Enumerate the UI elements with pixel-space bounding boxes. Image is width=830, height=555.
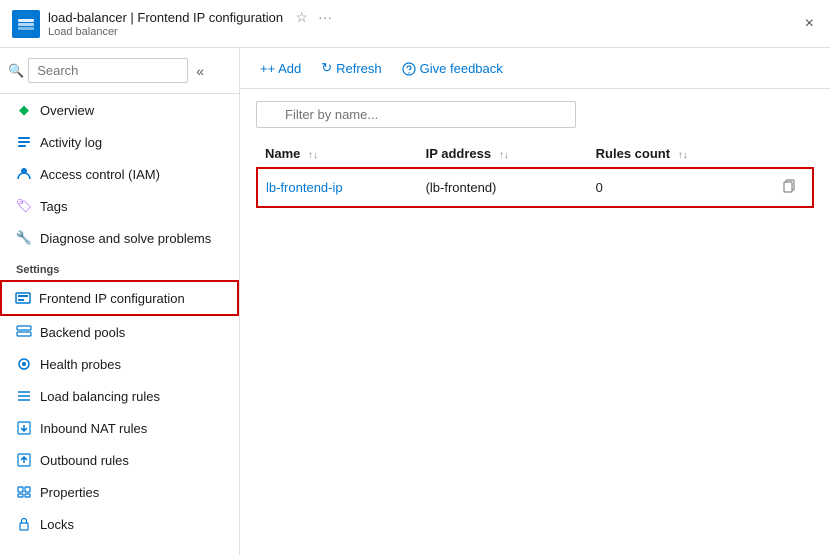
row-name-link[interactable]: lb-frontend-ip	[266, 180, 343, 195]
sidebar-item-activity-log[interactable]: Activity log	[0, 126, 239, 158]
sidebar-item-label: Tags	[40, 199, 67, 214]
sidebar-item-label: Frontend IP configuration	[39, 291, 185, 306]
sort-icon-name: ↑↓	[308, 150, 318, 161]
resource-icon	[12, 10, 40, 38]
table-row: lb-frontend-ip (lb-frontend) 0	[257, 168, 813, 207]
sidebar-item-label: Load balancing rules	[40, 389, 160, 404]
feedback-button[interactable]: Give feedback	[394, 56, 511, 80]
row-copy-cell	[773, 168, 813, 207]
title-separator: |	[127, 10, 138, 25]
sidebar-item-label: Health probes	[40, 357, 121, 372]
resource-type: Load balancer	[48, 26, 332, 38]
sidebar-item-properties[interactable]: Properties	[0, 476, 239, 508]
filter-bar: 🔍	[256, 101, 814, 128]
filter-wrapper: 🔍	[256, 101, 576, 128]
refresh-label: Refresh	[336, 61, 382, 76]
feedback-icon	[402, 60, 416, 76]
sidebar-item-label: Diagnose and solve problems	[40, 231, 211, 246]
outbound-icon	[16, 452, 32, 468]
col-rules-count[interactable]: Rules count ↑↓	[588, 140, 773, 168]
tag-icon: 🏷	[16, 198, 32, 214]
settings-section-label: Settings	[0, 254, 239, 280]
refresh-icon: ↻	[321, 60, 332, 76]
sidebar-item-diagnose[interactable]: 🔧 Diagnose and solve problems	[0, 222, 239, 254]
sidebar-item-load-balancing-rules[interactable]: Load balancing rules	[0, 380, 239, 412]
col-ip-address[interactable]: IP address ↑↓	[418, 140, 588, 168]
rules-icon	[16, 388, 32, 404]
resource-name: load-balancer	[48, 10, 127, 25]
add-label: + Add	[268, 61, 302, 76]
row-rules-count: 0	[588, 168, 773, 207]
page-name: Frontend IP configuration	[137, 10, 283, 25]
search-icon: 🔍	[8, 63, 24, 79]
data-table: Name ↑↓ IP address ↑↓ Rules count ↑↓	[256, 140, 814, 208]
filter-input[interactable]	[256, 101, 576, 128]
sidebar-item-label: Access control (IAM)	[40, 167, 160, 182]
sidebar-item-label: Locks	[40, 517, 74, 532]
lock-icon	[16, 516, 32, 532]
wrench-icon: 🔧	[16, 230, 32, 246]
sort-icon-ip: ↑↓	[499, 150, 509, 161]
frontend-icon	[15, 290, 31, 306]
title-text-block: load-balancer | Frontend IP configuratio…	[48, 9, 332, 38]
col-actions	[773, 140, 813, 168]
content-area: + + Add ↻ Refresh Give feedback 🔍	[240, 48, 830, 555]
title-bar: load-balancer | Frontend IP configuratio…	[0, 0, 830, 48]
toolbar: + + Add ↻ Refresh Give feedback	[240, 48, 830, 89]
probe-icon	[16, 356, 32, 372]
list-icon	[16, 134, 32, 150]
main-layout: 🔍 « ◆ Overview Activity log Access contr…	[0, 48, 830, 555]
sidebar-item-label: Backend pools	[40, 325, 125, 340]
page-title: load-balancer | Frontend IP configuratio…	[48, 9, 332, 26]
search-input[interactable]	[28, 58, 188, 83]
copy-button[interactable]	[781, 177, 799, 198]
content-body: 🔍 Name ↑↓ IP address ↑↓	[240, 89, 830, 555]
close-button[interactable]: ×	[801, 13, 818, 35]
diamond-icon: ◆	[16, 102, 32, 118]
sidebar-item-label: Inbound NAT rules	[40, 421, 147, 436]
sidebar-item-overview[interactable]: ◆ Overview	[0, 94, 239, 126]
sidebar-item-label: Outbound rules	[40, 453, 129, 468]
row-name: lb-frontend-ip	[257, 168, 418, 207]
sidebar-item-health-probes[interactable]: Health probes	[0, 348, 239, 380]
sidebar-item-locks[interactable]: Locks	[0, 508, 239, 540]
sidebar-item-tags[interactable]: 🏷 Tags	[0, 190, 239, 222]
sidebar-item-inbound-nat[interactable]: Inbound NAT rules	[0, 412, 239, 444]
collapse-sidebar-button[interactable]: «	[192, 61, 208, 81]
backend-icon	[16, 324, 32, 340]
sidebar-search-bar: 🔍 «	[0, 48, 239, 94]
refresh-button[interactable]: ↻ Refresh	[313, 56, 389, 80]
sidebar-item-frontend-ip[interactable]: Frontend IP configuration	[0, 280, 239, 316]
title-left: load-balancer | Frontend IP configuratio…	[12, 9, 332, 38]
sort-icon-rules: ↑↓	[678, 150, 688, 161]
col-name[interactable]: Name ↑↓	[257, 140, 418, 168]
sidebar-item-label: Properties	[40, 485, 99, 500]
sidebar-item-label: Activity log	[40, 135, 102, 150]
sidebar-nav: ◆ Overview Activity log Access control (…	[0, 94, 239, 555]
feedback-label: Give feedback	[420, 61, 503, 76]
add-button[interactable]: + + Add	[252, 57, 309, 80]
properties-icon	[16, 484, 32, 500]
sidebar-item-label: Overview	[40, 103, 94, 118]
star-icon[interactable]: ☆	[295, 9, 308, 25]
inbound-icon	[16, 420, 32, 436]
person-icon	[16, 166, 32, 182]
sidebar-item-access-control[interactable]: Access control (IAM)	[0, 158, 239, 190]
ellipsis-icon[interactable]: ···	[318, 9, 332, 25]
sidebar-item-outbound-rules[interactable]: Outbound rules	[0, 444, 239, 476]
row-ip-address: (lb-frontend)	[418, 168, 588, 207]
plus-icon: +	[260, 61, 268, 76]
sidebar-item-backend-pools[interactable]: Backend pools	[0, 316, 239, 348]
sidebar: 🔍 « ◆ Overview Activity log Access contr…	[0, 48, 240, 555]
